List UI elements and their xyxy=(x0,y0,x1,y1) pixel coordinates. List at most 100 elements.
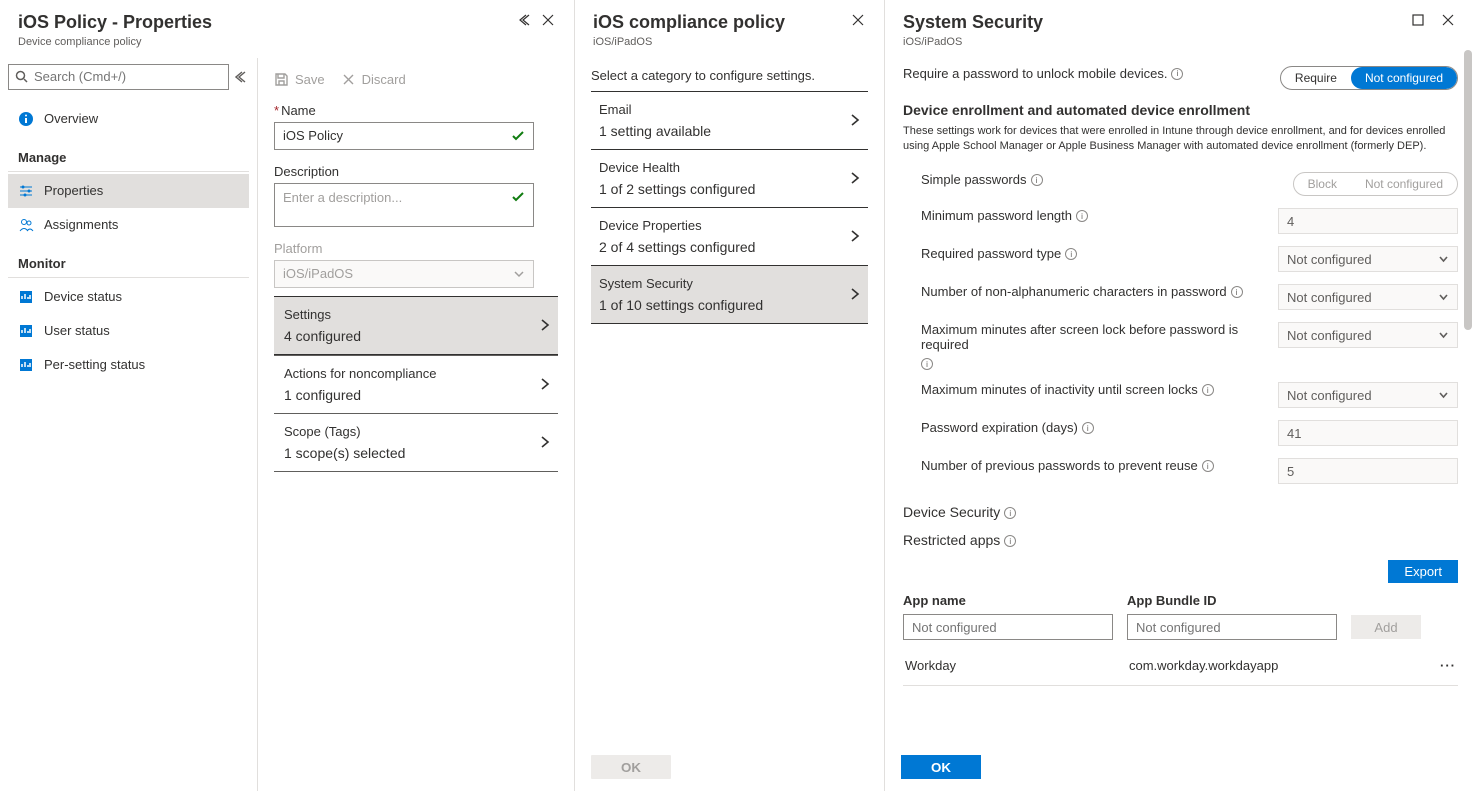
info-icon[interactable]: i xyxy=(1082,422,1094,434)
x-icon xyxy=(341,72,356,87)
restricted-app-row: Workday com.workday.workdayapp ··· xyxy=(903,646,1458,686)
blade-title: System Security xyxy=(903,12,1043,34)
info-icon[interactable]: i xyxy=(1171,68,1183,80)
nav-assignments[interactable]: Assignments xyxy=(8,208,249,242)
export-button[interactable]: Export xyxy=(1388,560,1458,583)
require-password-toggle[interactable]: Require Not configured xyxy=(1280,66,1458,90)
app-row-bundle: com.workday.workdayapp xyxy=(1129,658,1440,673)
ok-button[interactable]: OK xyxy=(901,755,981,779)
password-expiration-label: Password expiration (days)i xyxy=(921,420,1268,435)
description-input[interactable]: Enter a description... xyxy=(274,183,534,227)
info-icon[interactable]: i xyxy=(1076,210,1088,222)
chevron-down-icon xyxy=(1438,330,1449,341)
app-name-input[interactable] xyxy=(903,614,1113,640)
name-input[interactable]: iOS Policy xyxy=(274,122,534,150)
close-icon[interactable] xyxy=(1440,12,1456,28)
search-icon xyxy=(15,70,28,83)
max-after-lock-select[interactable]: Not configured xyxy=(1278,322,1458,348)
nav-user-status[interactable]: User status xyxy=(8,314,249,348)
restricted-apps-heading: Restricted appsi xyxy=(903,532,1458,548)
prev-passwords-input[interactable]: 5 xyxy=(1278,458,1458,484)
scrollbar[interactable] xyxy=(1464,50,1472,330)
info-icon[interactable]: i xyxy=(1004,535,1016,547)
nav-device-status[interactable]: Device status xyxy=(8,280,249,314)
nonalpha-select[interactable]: Not configured xyxy=(1278,284,1458,310)
enrollment-section-title: Device enrollment and automated device e… xyxy=(903,102,1458,118)
require-password-label: Require a password to unlock mobile devi… xyxy=(903,66,1270,81)
min-password-length-label: Minimum password lengthi xyxy=(921,208,1268,223)
simple-passwords-toggle[interactable]: Block Not configured xyxy=(1293,172,1458,196)
description-label: Description xyxy=(274,164,558,179)
report-icon xyxy=(18,323,34,339)
compliance-categories-blade: iOS compliance policy iOS/iPadOS Select … xyxy=(575,0,885,791)
chevron-right-icon xyxy=(538,435,552,449)
search-input[interactable] xyxy=(8,64,229,90)
summary-actions[interactable]: Actions for noncompliance 1 configured xyxy=(274,355,558,413)
chevron-down-icon xyxy=(1438,254,1449,265)
info-icon[interactable]: i xyxy=(921,358,933,370)
password-expiration-input[interactable]: 41 xyxy=(1278,420,1458,446)
password-type-label: Required password typei xyxy=(921,246,1268,261)
info-icon[interactable]: i xyxy=(1202,384,1214,396)
info-icon[interactable]: i xyxy=(1065,248,1077,260)
discard-button[interactable]: Discard xyxy=(341,72,406,87)
chevron-right-icon xyxy=(538,377,552,391)
info-icon xyxy=(18,111,34,127)
check-icon xyxy=(511,190,525,204)
min-password-length-input[interactable]: 4 xyxy=(1278,208,1458,234)
collapse-icon[interactable] xyxy=(518,12,534,28)
info-icon[interactable]: i xyxy=(1031,174,1043,186)
nav-properties[interactable]: Properties xyxy=(8,174,249,208)
column-bundle-id: App Bundle ID xyxy=(1127,593,1337,608)
chevron-right-icon xyxy=(848,113,862,127)
ok-button[interactable]: OK xyxy=(591,755,671,779)
nav-section-monitor: Monitor xyxy=(8,242,249,278)
chevron-right-icon xyxy=(538,318,552,332)
chevron-down-icon xyxy=(513,268,525,280)
row-actions-icon[interactable]: ··· xyxy=(1440,658,1456,673)
nav-section-manage: Manage xyxy=(8,136,249,172)
max-idle-select[interactable]: Not configured xyxy=(1278,382,1458,408)
enrollment-section-desc: These settings work for devices that wer… xyxy=(903,124,1458,155)
add-button[interactable]: Add xyxy=(1351,615,1421,639)
instruction-text: Select a category to configure settings. xyxy=(591,68,868,83)
info-icon[interactable]: i xyxy=(1004,507,1016,519)
summary-settings[interactable]: Settings 4 configured xyxy=(274,296,558,355)
platform-select: iOS/iPadOS xyxy=(274,260,534,288)
chevron-right-icon xyxy=(848,229,862,243)
platform-label: Platform xyxy=(274,241,558,256)
close-icon[interactable] xyxy=(540,12,556,28)
chevron-double-left-icon[interactable] xyxy=(235,70,249,84)
summary-scope[interactable]: Scope (Tags) 1 scope(s) selected xyxy=(274,413,558,472)
password-type-select[interactable]: Not configured xyxy=(1278,246,1458,272)
nav-per-setting-status[interactable]: Per-setting status xyxy=(8,348,249,382)
device-security-heading: Device Securityi xyxy=(903,504,1458,520)
prev-passwords-label: Number of previous passwords to prevent … xyxy=(921,458,1268,473)
people-icon xyxy=(18,217,34,233)
app-row-name: Workday xyxy=(905,658,1129,673)
max-idle-label: Maximum minutes of inactivity until scre… xyxy=(921,382,1268,397)
info-icon[interactable]: i xyxy=(1231,286,1243,298)
name-label: *Name xyxy=(274,103,558,118)
maximize-icon[interactable] xyxy=(1410,12,1426,28)
system-security-blade: System Security iOS/iPadOS Require a pas… xyxy=(885,0,1474,791)
blade-subtitle: iOS/iPadOS xyxy=(903,36,1043,48)
blade-subtitle: iOS/iPadOS xyxy=(593,36,785,48)
bundle-id-input[interactable] xyxy=(1127,614,1337,640)
category-device-health[interactable]: Device Health1 of 2 settings configured xyxy=(591,149,868,207)
nonalpha-label: Number of non-alphanumeric characters in… xyxy=(921,284,1268,299)
chevron-down-icon xyxy=(1438,292,1449,303)
info-icon[interactable]: i xyxy=(1202,460,1214,472)
simple-passwords-label: Simple passwordsi xyxy=(921,172,1283,187)
save-button[interactable]: Save xyxy=(274,72,325,87)
blade-subtitle: Device compliance policy xyxy=(18,36,212,48)
nav-overview[interactable]: Overview xyxy=(8,102,249,136)
report-icon xyxy=(18,357,34,373)
blade-title: iOS compliance policy xyxy=(593,12,785,34)
close-icon[interactable] xyxy=(850,12,866,28)
blade-title: iOS Policy - Properties xyxy=(18,12,212,34)
category-system-security[interactable]: System Security1 of 10 settings configur… xyxy=(591,265,868,324)
report-icon xyxy=(18,289,34,305)
category-email[interactable]: Email1 setting available xyxy=(591,91,868,149)
category-device-properties[interactable]: Device Properties2 of 4 settings configu… xyxy=(591,207,868,265)
